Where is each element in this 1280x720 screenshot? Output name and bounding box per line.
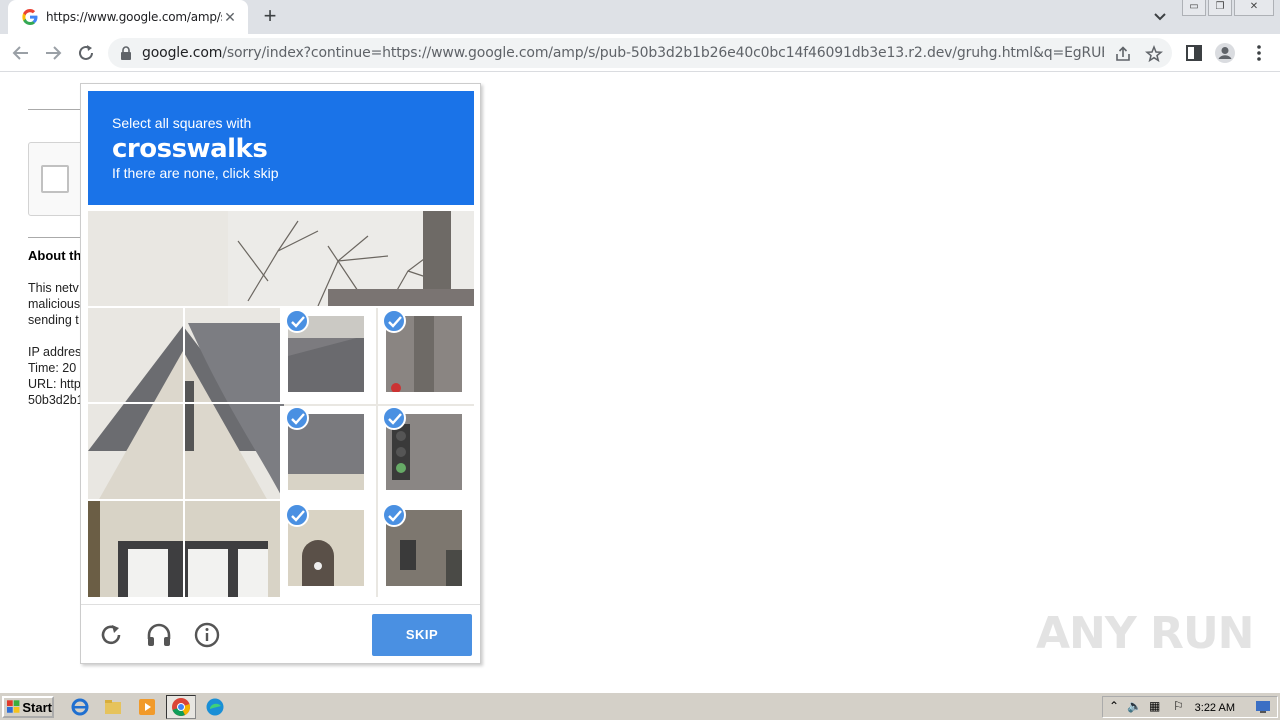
selected-check-icon <box>285 406 309 430</box>
new-tab-icon[interactable]: + <box>258 5 282 29</box>
bookmark-star-icon[interactable] <box>1145 45 1163 63</box>
lock-icon[interactable] <box>120 46 132 60</box>
grid-tile[interactable] <box>88 211 184 307</box>
window-controls: ▭ ❐ ✕ <box>1182 0 1274 16</box>
recaptcha-challenge: Select all squares with crosswalks If th… <box>80 83 481 664</box>
chrome-taskbar-button[interactable] <box>166 695 196 719</box>
audio-challenge-headphones-icon[interactable] <box>145 621 173 649</box>
recaptcha-checkbox[interactable] <box>41 165 69 193</box>
grid-tile[interactable] <box>280 211 376 307</box>
start-label: Start <box>22 699 52 715</box>
selected-check-icon <box>285 309 309 333</box>
grid-tile[interactable] <box>184 403 280 499</box>
grid-tile[interactable] <box>184 211 280 307</box>
close-window-icon[interactable]: ✕ <box>1234 0 1274 16</box>
challenge-footer: SKIP <box>81 604 480 664</box>
file-explorer-icon[interactable] <box>103 697 123 717</box>
recaptcha-widget[interactable] <box>28 142 88 216</box>
challenge-object: crosswalks <box>112 134 268 164</box>
tab-search-chevron-icon[interactable] <box>1150 8 1170 26</box>
windows-taskbar: Start ⌃ 🔈 ▦ ⚐ 3:22 AM <box>0 692 1280 720</box>
grid-tile[interactable] <box>88 501 184 597</box>
tray-expand-icon[interactable]: ⌃ <box>1109 699 1119 713</box>
divider <box>28 237 88 238</box>
about-heading: About th <box>28 248 82 263</box>
side-panel-icon[interactable] <box>1183 42 1205 64</box>
selected-check-icon <box>382 503 406 527</box>
grid-tile[interactable] <box>88 307 184 403</box>
network-icon[interactable]: ▦ <box>1149 699 1160 713</box>
tab-title: https://www.google.com/amp/s/pub <box>46 10 222 24</box>
action-center-flag-icon[interactable]: ⚐ <box>1173 699 1184 713</box>
challenge-hint: If there are none, click skip <box>112 165 279 181</box>
restore-icon[interactable]: ❐ <box>1208 0 1232 16</box>
anyrun-watermark: ANY RUN <box>1036 608 1254 659</box>
back-arrow-icon[interactable] <box>10 42 32 64</box>
help-info-icon[interactable] <box>193 621 221 649</box>
volume-icon[interactable]: 🔈 <box>1127 699 1142 713</box>
media-player-icon[interactable] <box>137 697 157 717</box>
share-icon[interactable] <box>1114 45 1132 63</box>
google-favicon-icon <box>22 9 38 25</box>
grid-tile[interactable] <box>184 307 280 403</box>
reload-challenge-icon[interactable] <box>97 621 125 649</box>
challenge-header: Select all squares with crosswalks If th… <box>88 91 474 205</box>
tab-strip: https://www.google.com/amp/s/pub ✕ + ▭ ❐… <box>0 0 1280 34</box>
profile-avatar-icon[interactable] <box>1214 42 1236 64</box>
selected-check-icon <box>382 309 406 333</box>
about-text-line: sending t <box>28 313 79 327</box>
edge-icon[interactable] <box>205 697 225 717</box>
browser-tab[interactable]: https://www.google.com/amp/s/pub ✕ <box>8 0 248 34</box>
reload-icon[interactable] <box>75 42 97 64</box>
time-line: Time: 20 <box>28 361 77 375</box>
browser-toolbar: google.com/sorry/index?continue=https://… <box>0 34 1280 72</box>
windows-logo-icon <box>7 700 20 713</box>
grid-tile[interactable] <box>376 211 472 307</box>
about-text-line: malicious <box>28 297 81 311</box>
url-text: google.com/sorry/index?continue=https://… <box>142 45 1104 61</box>
menu-dots-icon[interactable] <box>1248 42 1270 64</box>
forward-arrow-icon[interactable] <box>42 42 64 64</box>
skip-button[interactable]: SKIP <box>372 614 472 656</box>
selected-check-icon <box>285 503 309 527</box>
selected-check-icon <box>382 406 406 430</box>
url-line: URL: http <box>28 377 81 391</box>
ip-address-line: IP addres <box>28 345 82 359</box>
challenge-description: Select all squares with <box>112 115 252 131</box>
show-desktop-icon[interactable] <box>1255 700 1271 714</box>
system-tray: ⌃ 🔈 ▦ ⚐ 3:22 AM <box>1102 696 1278 718</box>
tab-close-icon[interactable]: ✕ <box>222 9 238 25</box>
chrome-icon <box>172 698 190 716</box>
grid-tile[interactable] <box>88 403 184 499</box>
divider <box>28 109 88 110</box>
url-line-cont: 50b3d2b1 <box>28 393 84 407</box>
about-text-line: This netv <box>28 281 79 295</box>
minimize-icon[interactable]: ▭ <box>1182 0 1206 16</box>
internet-explorer-icon[interactable] <box>70 697 90 717</box>
start-button[interactable]: Start <box>2 696 54 718</box>
address-bar[interactable]: google.com/sorry/index?continue=https://… <box>108 38 1172 68</box>
grid-tile[interactable] <box>184 501 280 597</box>
image-grid <box>88 211 474 598</box>
taskbar-clock[interactable]: 3:22 AM <box>1195 702 1235 714</box>
